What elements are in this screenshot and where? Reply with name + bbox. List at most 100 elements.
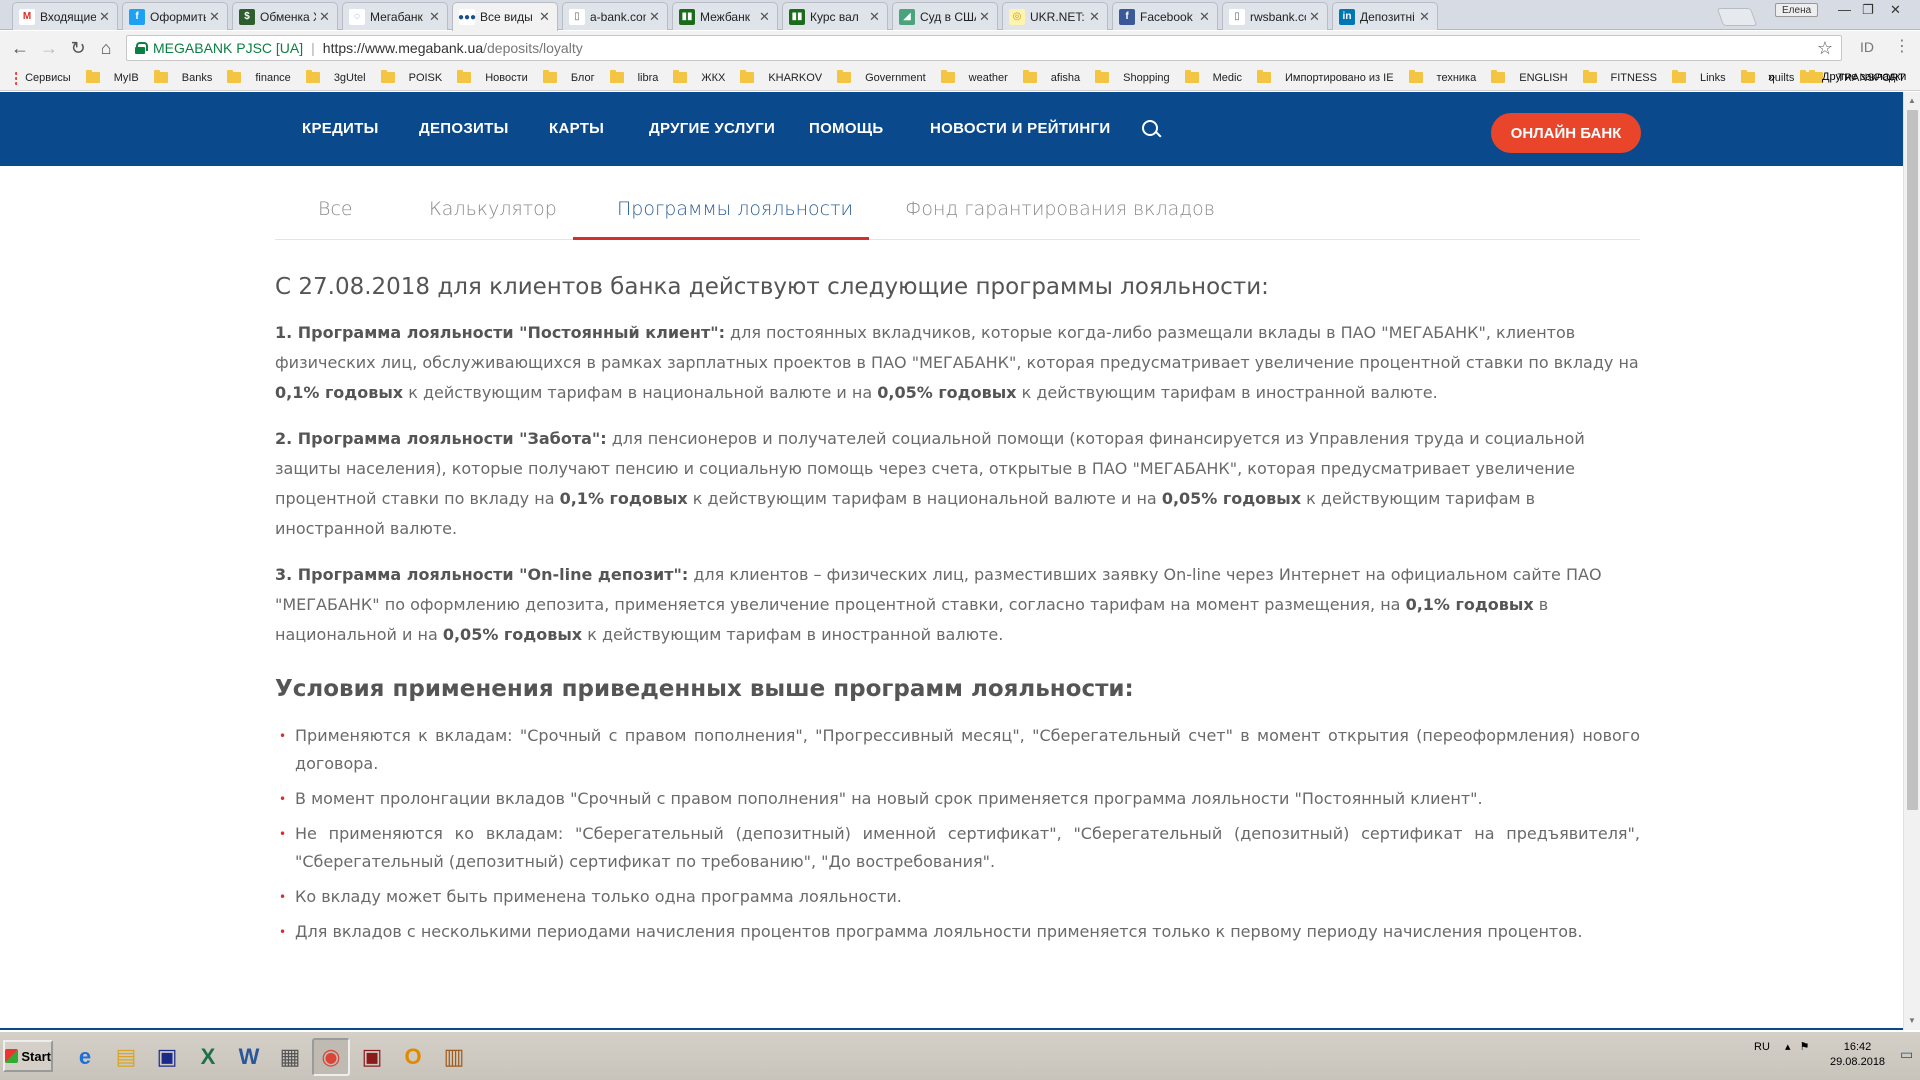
language-indicator[interactable]: RU	[1754, 1041, 1770, 1053]
browser-tab[interactable]: ▯ a-bank.com.ua✕	[562, 2, 668, 30]
tab-loyalty-programs[interactable]: Программы лояльности	[617, 198, 853, 220]
forward-icon[interactable]: →	[37, 37, 61, 59]
bookmark-folder[interactable]: Government	[837, 70, 926, 84]
browser-tab[interactable]: M Входящие - vo✕	[12, 2, 118, 30]
close-window-icon[interactable]: ✕	[1890, 2, 1901, 18]
word-icon[interactable]: W	[230, 1038, 268, 1076]
bookmark-folder[interactable]: libra	[609, 70, 658, 84]
outlook-icon[interactable]: O	[394, 1038, 432, 1076]
bookmark-folder[interactable]: MyIB	[85, 70, 139, 84]
chrome-icon[interactable]: ◉	[312, 1038, 350, 1076]
tray-arrow-icon[interactable]: ▴	[1785, 1041, 1791, 1053]
nav-help[interactable]: ПОМОЩЬ	[809, 120, 883, 137]
excel-icon[interactable]: X	[189, 1038, 227, 1076]
nav-other-services[interactable]: ДРУГИЕ УСЛУГИ	[649, 120, 775, 137]
bookmark-folder[interactable]: Новости	[457, 70, 528, 84]
close-tab-icon[interactable]: ✕	[1419, 9, 1431, 25]
browser-tab[interactable]: ◎ UKR.NET: Всі н✕	[1002, 2, 1108, 30]
url-text[interactable]: https://www.megabank.ua/deposits/loyalty	[323, 40, 583, 56]
page-scrollbar[interactable]: ▲ ▼	[1903, 92, 1920, 1030]
bookmark-folder[interactable]: 3gUtel	[305, 70, 366, 84]
close-tab-icon[interactable]: ✕	[1199, 9, 1211, 25]
bookmark-folder[interactable]: Links	[1671, 70, 1726, 84]
notifications-icon[interactable]: ▭	[1900, 1046, 1913, 1063]
close-tab-icon[interactable]: ✕	[539, 9, 551, 25]
ukrnet-icon: ◎	[1009, 8, 1025, 25]
tab-deposit-guarantee-fund[interactable]: Фонд гарантирования вкладов	[905, 198, 1215, 220]
archive-icon[interactable]: ▥	[435, 1038, 473, 1076]
nav-deposits[interactable]: ДЕПОЗИТЫ	[419, 120, 509, 137]
bookmark-folder[interactable]: KHARKOV	[740, 70, 822, 84]
bookmark-folder[interactable]: ЖКХ	[673, 70, 725, 84]
close-tab-icon[interactable]: ✕	[759, 9, 771, 25]
start-button[interactable]: Start	[3, 1040, 53, 1072]
save-disk-icon[interactable]: ▣	[353, 1038, 391, 1076]
ie-icon[interactable]: e	[66, 1038, 104, 1076]
tab-all[interactable]: Все	[318, 198, 353, 220]
minimize-icon[interactable]: —	[1838, 2, 1851, 17]
bookmark-folder[interactable]: POISK	[380, 70, 442, 84]
calculator-icon[interactable]: ▦	[271, 1038, 309, 1076]
system-clock[interactable]: 16:42 29.08.2018	[1830, 1040, 1885, 1070]
close-tab-icon[interactable]: ✕	[429, 9, 441, 25]
browser-tab[interactable]: ◌ Мегабанк - Об✕	[342, 2, 448, 30]
scroll-down-icon[interactable]: ▼	[1908, 1016, 1916, 1025]
back-icon[interactable]: ←	[8, 37, 32, 59]
maximize-icon[interactable]: ❐	[1862, 2, 1874, 18]
site-identity[interactable]: MEGABANK PJSC [UA]	[153, 40, 303, 56]
bookmark-folder[interactable]: afisha	[1022, 70, 1080, 84]
close-tab-icon[interactable]: ✕	[209, 9, 221, 25]
bookmark-folder[interactable]: техника	[1408, 70, 1476, 84]
bookmark-folder[interactable]: Импортировано из IE	[1256, 70, 1394, 84]
bookmark-folder[interactable]: Блог	[542, 70, 595, 84]
close-tab-icon[interactable]: ✕	[649, 9, 661, 25]
bookmark-folder[interactable]: finance	[227, 70, 291, 84]
extension-icon[interactable]: ID	[1860, 39, 1874, 55]
bookmark-folder[interactable]: Medic	[1184, 70, 1242, 84]
tab-calculator[interactable]: Калькулятор	[429, 198, 557, 220]
menu-icon[interactable]: ⋮	[1894, 36, 1910, 56]
close-tab-icon[interactable]: ✕	[99, 9, 111, 25]
nav-credits[interactable]: КРЕДИТЫ	[302, 120, 379, 137]
browser-tab[interactable]: ▮▮ Курс вал ✕	[782, 2, 888, 30]
bookmark-star-icon[interactable]: ☆	[1817, 38, 1833, 59]
browser-tab[interactable]: ▮▮ Межбанк ✕	[672, 2, 778, 30]
browser-tab[interactable]: f Facebook ✕	[1112, 2, 1218, 30]
bookmark-apps[interactable]: Сервисы	[25, 72, 71, 84]
bookmark-folder[interactable]: ENGLISH	[1491, 70, 1568, 84]
bookmark-folder[interactable]: Shopping	[1095, 70, 1170, 84]
apps-grid-icon[interactable]	[14, 70, 18, 85]
close-tab-icon[interactable]: ✕	[979, 9, 991, 25]
lock-icon[interactable]	[135, 42, 148, 54]
save-disk-icon[interactable]: ▣	[148, 1038, 186, 1076]
browser-tab[interactable]: in Депозитні вкл✕	[1332, 2, 1438, 30]
bookmark-folder[interactable]: Banks	[153, 70, 212, 84]
explorer-icon[interactable]: ▤	[107, 1038, 145, 1076]
close-tab-icon[interactable]: ✕	[869, 9, 881, 25]
address-bar[interactable]: MEGABANK PJSC [UA] | https://www.megaban…	[126, 35, 1842, 61]
browser-tab[interactable]: ▯ rwsbank.com.u✕	[1222, 2, 1328, 30]
browser-tab[interactable]: ◢ Суд в США ста✕	[892, 2, 998, 30]
browser-tab[interactable]: $ Обменка Харь✕	[232, 2, 338, 30]
scroll-up-icon[interactable]: ▲	[1908, 96, 1916, 105]
scroll-thumb[interactable]	[1907, 110, 1918, 810]
reload-icon[interactable]: ↻	[66, 37, 90, 59]
search-icon[interactable]	[1142, 120, 1160, 138]
bookmark-folder[interactable]: FITNESS	[1582, 70, 1657, 84]
close-tab-icon[interactable]: ✕	[319, 9, 331, 25]
action-center-flag-icon[interactable]: ⚑	[1800, 1041, 1810, 1053]
browser-tab[interactable]: ●●● Все виды Депо✕	[452, 2, 558, 31]
close-tab-icon[interactable]: ✕	[1089, 9, 1101, 25]
bookmarks-overflow-icon[interactable]: »	[1768, 69, 1775, 84]
close-tab-icon[interactable]: ✕	[1309, 9, 1321, 25]
nav-cards[interactable]: КАРТЫ	[549, 120, 604, 137]
new-tab-button[interactable]	[1716, 8, 1758, 26]
other-bookmarks[interactable]: Другие закладки	[1800, 69, 1906, 83]
bookmark-folder[interactable]: weather	[940, 70, 1008, 84]
online-bank-button[interactable]: ОНЛАЙН БАНК	[1491, 113, 1641, 153]
home-icon[interactable]: ⌂	[94, 37, 118, 59]
nav-news-ratings[interactable]: НОВОСТИ И РЕЙТИНГИ	[930, 120, 1110, 137]
browser-tab[interactable]: f Оформить кре✕	[122, 2, 228, 30]
program-title: 1. Программа лояльности "Постоянный клие…	[275, 323, 725, 342]
profile-badge[interactable]: Елена	[1775, 3, 1819, 17]
